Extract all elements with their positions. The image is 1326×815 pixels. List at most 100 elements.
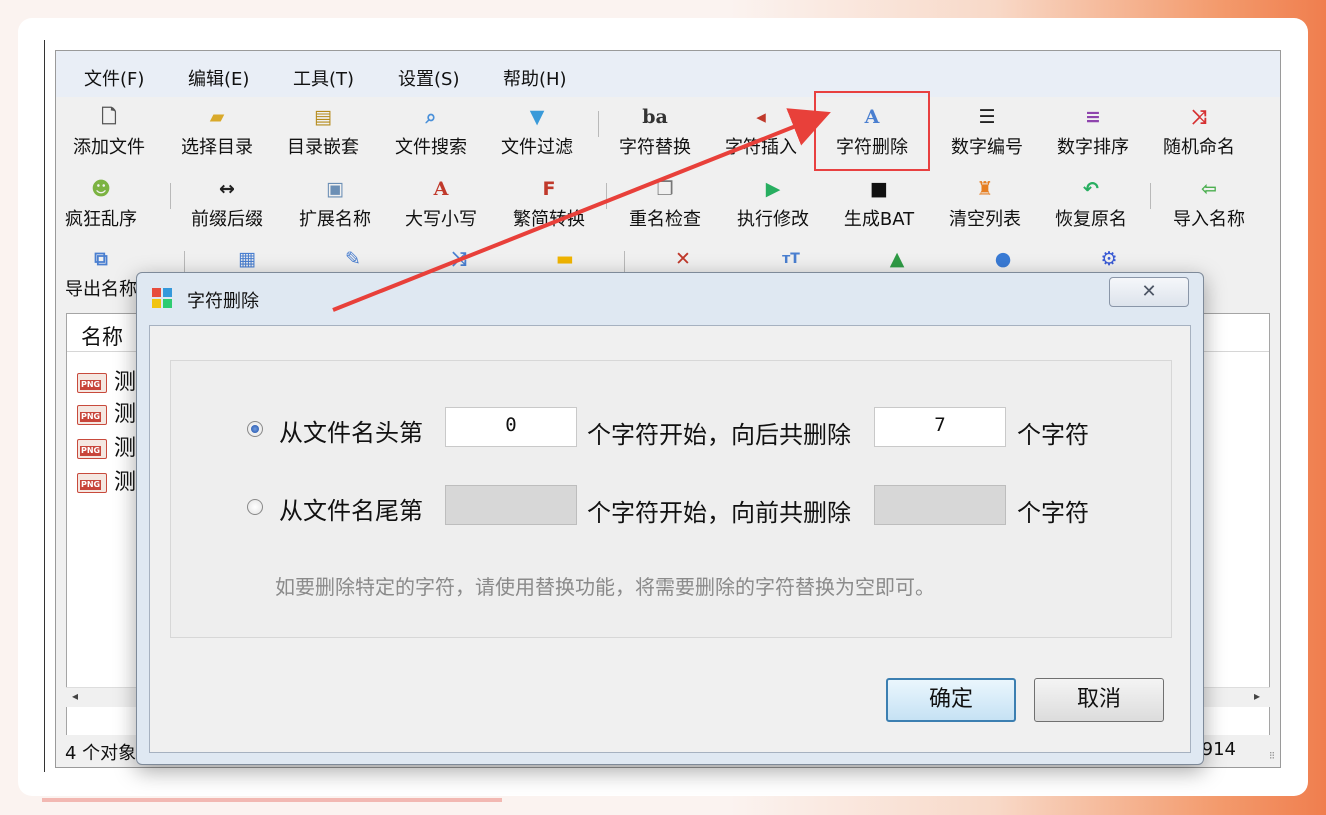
list-item[interactable]: 测 bbox=[77, 430, 137, 461]
duplicate-check-icon: ❐ bbox=[656, 178, 674, 200]
ok-label: 确定 bbox=[928, 687, 973, 712]
status-object-count: 4 个对象 bbox=[65, 743, 137, 764]
tools-icon: ✕ bbox=[675, 248, 691, 270]
edit-icon: ✎ bbox=[345, 248, 361, 270]
toolbar-prefix-suffix[interactable]: ↔ 前缀后缀 bbox=[174, 177, 280, 243]
end-position-input[interactable] bbox=[445, 485, 577, 525]
list-item[interactable]: 测 bbox=[77, 396, 137, 427]
file-name: 测 bbox=[114, 436, 137, 461]
toolbar-crazy-shuffle[interactable]: ☻ 疯狂乱序 bbox=[48, 177, 154, 243]
traditional-simplified-icon: F bbox=[542, 178, 556, 200]
file-name: 测 bbox=[114, 402, 137, 427]
insert-chars-icon: ◂ bbox=[756, 106, 766, 128]
numbered-list-icon: ☰ bbox=[978, 106, 996, 128]
toolbar-label: 字符删除 bbox=[836, 137, 908, 158]
play-icon: ▶ bbox=[765, 178, 781, 200]
png-file-icon bbox=[77, 373, 107, 393]
menu-tools[interactable]: 工具(T) bbox=[293, 65, 354, 91]
resize-grip-icon[interactable]: ⁝⁝ bbox=[1269, 749, 1275, 762]
app-icon bbox=[152, 288, 172, 308]
menu-help[interactable]: 帮助(H) bbox=[503, 65, 567, 91]
radio-from-end[interactable] bbox=[247, 499, 263, 515]
option1-suffix: 个字符 bbox=[1017, 421, 1089, 449]
list-item[interactable]: 测 bbox=[77, 364, 137, 395]
toolbar-label: 恢复原名 bbox=[1055, 209, 1127, 230]
toolbar-insert-chars[interactable]: ◂ 字符插入 bbox=[708, 105, 814, 171]
sort-icon: ≡ bbox=[1085, 106, 1101, 128]
toolbar-trad-simp[interactable]: F 繁简转换 bbox=[496, 177, 602, 243]
toolbar-label: 选择目录 bbox=[181, 137, 253, 158]
toolbar-label: 数字编号 bbox=[951, 137, 1023, 158]
options-group: 从文件名头第 0 个字符开始，向后共删除 7 个字符 从文件名尾第 个字符开始，… bbox=[170, 360, 1172, 638]
toolbar-case[interactable]: A 大写小写 bbox=[388, 177, 494, 243]
menu-edit[interactable]: 编辑(E) bbox=[188, 65, 249, 91]
ok-button[interactable]: 确定 bbox=[886, 678, 1016, 722]
broom-icon: ♜ bbox=[976, 178, 994, 200]
option2-prefix: 从文件名尾第 bbox=[279, 497, 423, 525]
dialog-title: 字符删除 bbox=[187, 291, 259, 312]
toolbar-replace-chars[interactable]: ba 字符替换 bbox=[602, 105, 708, 171]
toolbar-label: 扩展名称 bbox=[299, 209, 371, 230]
search-icon: ⌕ bbox=[425, 106, 437, 128]
toolbar-sort[interactable]: ≡ 数字排序 bbox=[1040, 105, 1146, 171]
toolbar-label: 生成BAT bbox=[843, 209, 915, 230]
replace-chars-icon: ba bbox=[642, 106, 668, 128]
toolbar-import[interactable]: ⇦ 导入名称 bbox=[1156, 177, 1262, 243]
toolbar-restore[interactable]: ↶ 恢复原名 bbox=[1038, 177, 1144, 243]
shuffle-icon: ⤨ bbox=[1191, 106, 1207, 128]
toolbar-duplicate-check[interactable]: ❐ 重名检查 bbox=[612, 177, 718, 243]
scroll-left-icon[interactable]: ◂ bbox=[72, 689, 78, 703]
toolbar-generate-bat[interactable]: ■ 生成BAT bbox=[826, 177, 932, 243]
toolbar-label: 导入名称 bbox=[1173, 209, 1245, 230]
toolbar-label: 前缀后缀 bbox=[191, 209, 263, 230]
toolbar-execute[interactable]: ▶ 执行修改 bbox=[720, 177, 826, 243]
menu-file[interactable]: 文件(F) bbox=[84, 65, 144, 91]
toolbar-add-file[interactable]: 🗋 添加文件 bbox=[56, 105, 162, 171]
toolbar-file-search[interactable]: ⌕ 文件搜索 bbox=[378, 105, 484, 171]
toolbar-label: 清空列表 bbox=[949, 209, 1021, 230]
undo-icon: ↶ bbox=[1083, 178, 1099, 200]
toolbar-label: 随机命名 bbox=[1163, 137, 1235, 158]
menu-settings[interactable]: 设置(S) bbox=[398, 65, 459, 91]
option1-prefix: 从文件名头第 bbox=[279, 419, 423, 447]
close-button[interactable]: ✕ bbox=[1109, 277, 1189, 307]
dialog-body: 从文件名头第 0 个字符开始，向后共删除 7 个字符 从文件名尾第 个字符开始，… bbox=[149, 325, 1191, 753]
toolbar-label: 大写小写 bbox=[405, 209, 477, 230]
toolbar-delete-chars[interactable]: A 字符删除 bbox=[814, 91, 930, 171]
menu-bar: 文件(F) 编辑(E) 工具(T) 设置(S) 帮助(H) bbox=[56, 51, 1280, 97]
toolbar-nested-folder[interactable]: ▤ 目录嵌套 bbox=[270, 105, 376, 171]
toolbar-clear-list[interactable]: ♜ 清空列表 bbox=[932, 177, 1038, 243]
toolbar-extension[interactable]: ▣ 扩展名称 bbox=[282, 177, 388, 243]
option2-suffix: 个字符 bbox=[1017, 499, 1089, 527]
import-icon: ⇦ bbox=[1201, 178, 1217, 200]
toolbar-label: 数字排序 bbox=[1057, 137, 1129, 158]
terminal-icon: ■ bbox=[870, 178, 888, 200]
case-icon: A bbox=[433, 178, 449, 200]
radio-from-start[interactable] bbox=[247, 421, 263, 437]
png-file-icon bbox=[77, 439, 107, 459]
toolbar-file-filter[interactable]: ▼ 文件过滤 bbox=[484, 105, 590, 171]
png-file-icon bbox=[77, 473, 107, 493]
start-position-input[interactable]: 0 bbox=[445, 407, 577, 447]
font-size-icon: тT bbox=[782, 251, 800, 267]
toolbar-random-name[interactable]: ⤨ 随机命名 bbox=[1146, 105, 1252, 171]
hint-text: 如要删除特定的字符，请使用替换功能，将需要删除的字符替换为空即可。 bbox=[275, 575, 935, 599]
scroll-right-icon[interactable]: ▸ bbox=[1254, 689, 1260, 703]
file-name: 测 bbox=[114, 370, 137, 395]
close-icon: ✕ bbox=[1141, 281, 1157, 302]
extension-icon: ▣ bbox=[326, 178, 344, 200]
add-file-icon: 🗋 bbox=[101, 106, 117, 128]
toolbar-label: 繁简转换 bbox=[513, 209, 585, 230]
cancel-button[interactable]: 取消 bbox=[1034, 678, 1164, 722]
list-item[interactable]: 测 bbox=[77, 464, 136, 495]
delete-count-input[interactable]: 7 bbox=[874, 407, 1006, 447]
option1-middle: 个字符开始，向后共删除 bbox=[587, 421, 851, 449]
toolbar-numbering[interactable]: ☰ 数字编号 bbox=[934, 105, 1040, 171]
end-delete-count-input[interactable] bbox=[874, 485, 1006, 525]
start-position-value: 0 bbox=[505, 414, 517, 436]
folder-icon: ▬ bbox=[556, 248, 574, 270]
toolbar-select-folder[interactable]: ▰ 选择目录 bbox=[164, 105, 270, 171]
prefix-suffix-icon: ↔ bbox=[219, 178, 235, 200]
toolbar-label: 疯狂乱序 bbox=[65, 209, 137, 230]
folder-open-icon: ▰ bbox=[209, 106, 225, 128]
